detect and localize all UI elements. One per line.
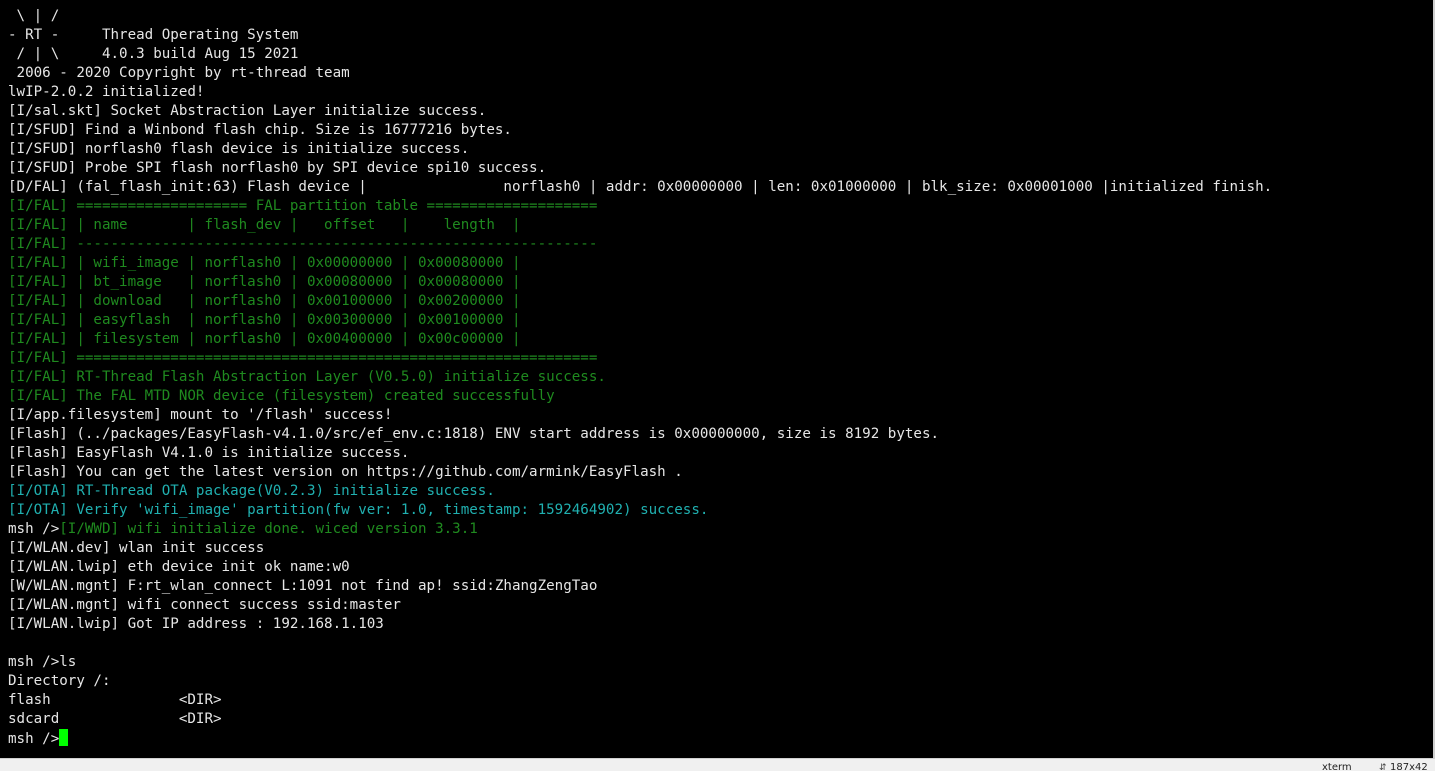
terminal-text: [I/WLAN.mgnt] wifi connect success ssid:… xyxy=(8,597,401,613)
terminal-line: [Flash] You can get the latest version o… xyxy=(8,463,1272,482)
terminal-line: [I/OTA] Verify 'wifi_image' partition(fw… xyxy=(8,501,1272,520)
terminal-text: msh />ls xyxy=(8,654,77,670)
terminal-output: \ | / - RT - Thread Operating System / | … xyxy=(8,7,1272,748)
terminal-text: [I/SFUD] Find a Winbond flash chip. Size… xyxy=(8,122,512,138)
terminal-text: [I/WLAN.lwip] Got IP address : 192.168.1… xyxy=(8,616,384,632)
terminal-text: [I/app.filesystem] mount to '/flash' suc… xyxy=(8,407,393,423)
terminal-line: sdcard <DIR> xyxy=(8,710,1272,729)
terminal-line: [I/FAL] ==================== FAL partiti… xyxy=(8,197,1272,216)
terminal-line: \ | / xyxy=(8,7,1272,26)
terminal-text: [I/FAL] | filesystem | norflash0 | 0x004… xyxy=(8,331,521,347)
terminal-text: [I/FAL] | wifi_image | norflash0 | 0x000… xyxy=(8,255,521,271)
terminal-text: [I/FAL] | bt_image | norflash0 | 0x00080… xyxy=(8,274,521,290)
terminal-text: sdcard <DIR> xyxy=(8,711,222,727)
terminal-line: [I/FAL] The FAL MTD NOR device (filesyst… xyxy=(8,387,1272,406)
terminal-line: [Flash] (../packages/EasyFlash-v4.1.0/sr… xyxy=(8,425,1272,444)
terminal-text: [I/FAL] --------------------------------… xyxy=(8,236,598,252)
terminal-text: [Flash] (../packages/EasyFlash-v4.1.0/sr… xyxy=(8,426,940,442)
terminal-line: / | \ 4.0.3 build Aug 15 2021 xyxy=(8,45,1272,64)
terminal-line: [I/FAL] --------------------------------… xyxy=(8,235,1272,254)
terminal-line: msh />ls xyxy=(8,653,1272,672)
terminal-line: 2006 - 2020 Copyright by rt-thread team xyxy=(8,64,1272,83)
terminal-text: 2006 - 2020 Copyright by rt-thread team xyxy=(8,65,350,81)
terminal-line: msh />[I/WWD] wifi initialize done. wice… xyxy=(8,520,1272,539)
terminal-line: Directory /: xyxy=(8,672,1272,691)
terminal-text: [Flash] EasyFlash V4.1.0 is initialize s… xyxy=(8,445,410,461)
terminal-line: [I/FAL] | wifi_image | norflash0 | 0x000… xyxy=(8,254,1272,273)
terminal-line: [I/SFUD] norflash0 flash device is initi… xyxy=(8,140,1272,159)
terminal-window[interactable]: \ | / - RT - Thread Operating System / | … xyxy=(0,0,1435,758)
terminal-line: [I/OTA] RT-Thread OTA package(V0.2.3) in… xyxy=(8,482,1272,501)
terminal-text: [I/FAL] The FAL MTD NOR device (filesyst… xyxy=(8,388,555,404)
terminal-text: [I/SFUD] norflash0 flash device is initi… xyxy=(8,141,470,157)
terminal-text: - RT - Thread Operating System xyxy=(8,27,299,43)
terminal-text: [I/OTA] RT-Thread OTA package(V0.2.3) in… xyxy=(8,483,495,499)
terminal-line: [I/WLAN.dev] wlan init success xyxy=(8,539,1272,558)
terminal-text: [I/FAL] | name | flash_dev | offset | le… xyxy=(8,217,521,233)
terminal-line: flash <DIR> xyxy=(8,691,1272,710)
status-size-label: 187x42 xyxy=(1390,762,1428,771)
shell-prompt: msh /> xyxy=(8,731,60,747)
resize-icon: ⇵ xyxy=(1379,763,1387,771)
terminal-line: [I/FAL] | bt_image | norflash0 | 0x00080… xyxy=(8,273,1272,292)
text-cursor xyxy=(59,729,69,746)
status-bar: xterm ⇵ 187x42 xyxy=(0,758,1435,771)
terminal-text: [I/FAL] | easyflash | norflash0 | 0x0030… xyxy=(8,312,521,328)
terminal-text: [I/FAL] RT-Thread Flash Abstraction Laye… xyxy=(8,369,606,385)
terminal-text: lwIP-2.0.2 initialized! xyxy=(8,84,205,100)
terminal-text: [I/WLAN.lwip] eth device init ok name:w0 xyxy=(8,559,350,575)
terminal-text: [Flash] You can get the latest version o… xyxy=(8,464,683,480)
terminal-line: [I/FAL] | easyflash | norflash0 | 0x0030… xyxy=(8,311,1272,330)
prompt-line[interactable]: msh /> xyxy=(8,729,1272,748)
terminal-text: [D/FAL] (fal_flash_init:63) Flash device… xyxy=(8,179,1273,195)
terminal-line: [I/SFUD] Probe SPI flash norflash0 by SP… xyxy=(8,159,1272,178)
terminal-line: [I/FAL] | filesystem | norflash0 | 0x004… xyxy=(8,330,1272,349)
terminal-text: [I/WLAN.dev] wlan init success xyxy=(8,540,265,556)
terminal-line: [I/FAL] ================================… xyxy=(8,349,1272,368)
terminal-line: [I/FAL] | download | norflash0 | 0x00100… xyxy=(8,292,1272,311)
terminal-line: [I/WLAN.lwip] eth device init ok name:w0 xyxy=(8,558,1272,577)
terminal-line: [I/FAL] | name | flash_dev | offset | le… xyxy=(8,216,1272,235)
terminal-text: [I/WWD] wifi initialize done. wiced vers… xyxy=(59,521,478,537)
terminal-line: [I/FAL] RT-Thread Flash Abstraction Laye… xyxy=(8,368,1272,387)
terminal-text: [I/sal.skt] Socket Abstraction Layer ini… xyxy=(8,103,487,119)
terminal-line: - RT - Thread Operating System xyxy=(8,26,1272,45)
terminal-line: [I/app.filesystem] mount to '/flash' suc… xyxy=(8,406,1272,425)
terminal-text: Directory /: xyxy=(8,673,111,689)
terminal-text: [I/FAL] | download | norflash0 | 0x00100… xyxy=(8,293,521,309)
terminal-text: msh /> xyxy=(8,521,60,537)
status-app-label: xterm xyxy=(1322,762,1352,771)
terminal-line: [I/WLAN.lwip] Got IP address : 192.168.1… xyxy=(8,615,1272,634)
terminal-line: [I/sal.skt] Socket Abstraction Layer ini… xyxy=(8,102,1272,121)
terminal-line: [I/WLAN.mgnt] wifi connect success ssid:… xyxy=(8,596,1272,615)
terminal-text: [I/SFUD] Probe SPI flash norflash0 by SP… xyxy=(8,160,547,176)
terminal-text: [I/FAL] ==================== FAL partiti… xyxy=(8,198,598,214)
terminal-text: [W/WLAN.mgnt] F:rt_wlan_connect L:1091 n… xyxy=(8,578,598,594)
terminal-text: [I/OTA] Verify 'wifi_image' partition(fw… xyxy=(8,502,709,518)
terminal-line: [D/FAL] (fal_flash_init:63) Flash device… xyxy=(8,178,1272,197)
terminal-text: flash <DIR> xyxy=(8,692,222,708)
terminal-line: [Flash] EasyFlash V4.1.0 is initialize s… xyxy=(8,444,1272,463)
terminal-text: [I/FAL] ================================… xyxy=(8,350,598,366)
terminal-line: lwIP-2.0.2 initialized! xyxy=(8,83,1272,102)
terminal-line: [W/WLAN.mgnt] F:rt_wlan_connect L:1091 n… xyxy=(8,577,1272,596)
terminal-line: [I/SFUD] Find a Winbond flash chip. Size… xyxy=(8,121,1272,140)
terminal-text: / | \ 4.0.3 build Aug 15 2021 xyxy=(8,46,299,62)
terminal-text: \ | / xyxy=(8,8,60,24)
